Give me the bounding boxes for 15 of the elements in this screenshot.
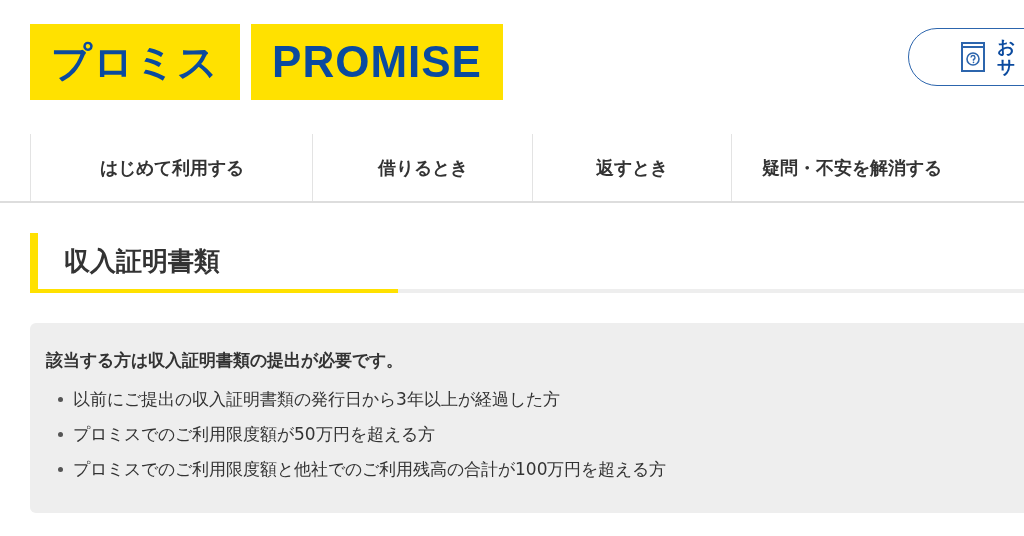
requirement-text: 以前にご提出の収入証明書類の発行日から3年以上が経過した方 <box>73 388 560 411</box>
help-button[interactable]: お サ <box>908 28 1024 86</box>
notice-title: 該当する方は収入証明書類の提出が必要です。 <box>46 349 404 372</box>
bullet-icon <box>58 397 63 402</box>
bullet-icon <box>58 432 63 437</box>
bullet-icon <box>58 467 63 472</box>
nav-link[interactable]: はじめて利用する <box>30 134 312 201</box>
question-book-icon <box>961 42 985 72</box>
nav-link[interactable]: 借りるとき <box>312 134 532 201</box>
requirement-text: プロミスでのご利用限度額と他社でのご利用残高の合計が100万円を超える方 <box>73 458 667 481</box>
nav-link[interactable]: 返すとき <box>532 134 731 201</box>
logo-katakana[interactable]: プロミス <box>30 24 240 100</box>
nav-link[interactable]: 疑問・不安を解消する <box>731 134 971 201</box>
requirement-text: プロミスでのご利用限度額が50万円を超える方 <box>73 423 435 446</box>
logo-latin[interactable]: PROMISE <box>251 24 503 100</box>
